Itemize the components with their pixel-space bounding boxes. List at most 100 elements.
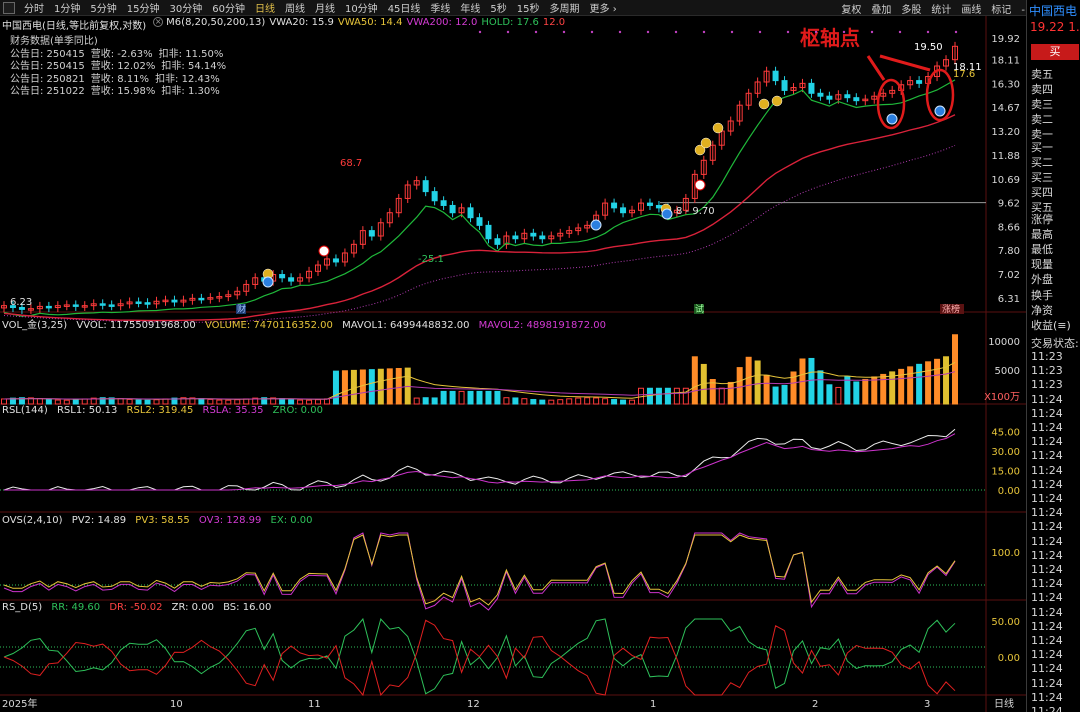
bid-level[interactable]: 买二	[1031, 154, 1053, 170]
quote-stat[interactable]: 涨停	[1031, 211, 1053, 227]
ovs-header: OVS(2,4,10) PV2: 14.89 PV3: 58.55 OV3: 1…	[2, 515, 319, 526]
vol-tick: 5000	[995, 366, 1020, 377]
tick-time[interactable]: 11:24	[1031, 393, 1063, 406]
bid-level[interactable]: 买一	[1031, 139, 1053, 155]
volume-bar	[835, 386, 842, 405]
price-tick: 16.30	[991, 79, 1020, 90]
tick-time[interactable]: 11:24	[1031, 464, 1063, 477]
zr-value: ZR: 0.00	[171, 602, 214, 613]
tick-time[interactable]: 11:24	[1031, 606, 1063, 619]
candle-body	[512, 235, 519, 240]
volume-bar	[629, 399, 636, 405]
tick-time[interactable]: 11:24	[1031, 563, 1063, 576]
rsl-name[interactable]: RSL(144)	[2, 405, 48, 416]
volume-bar	[341, 370, 348, 405]
blue-signal	[934, 105, 946, 117]
candles-group	[1, 41, 958, 314]
quote-stat[interactable]: 收益(≡)	[1031, 317, 1071, 333]
top-dot	[730, 30, 734, 34]
rsd-name[interactable]: RS_D(5)	[2, 602, 42, 613]
trade-status[interactable]: 交易状态: 2	[1031, 335, 1080, 351]
quote-stat[interactable]: 现量	[1031, 256, 1053, 272]
ask-level[interactable]: 卖五	[1031, 66, 1053, 82]
candle-body	[99, 303, 106, 306]
tick-time[interactable]: 11:23	[1031, 350, 1063, 363]
bid-level[interactable]: 买四	[1031, 184, 1053, 200]
rsl-tick: 30.00	[991, 447, 1020, 458]
volume-bar	[467, 390, 474, 405]
tick-time[interactable]: 11:24	[1031, 520, 1063, 533]
bid-level[interactable]: 买三	[1031, 169, 1053, 185]
volume-bar	[862, 378, 869, 405]
tick-time[interactable]: 11:24	[1031, 662, 1063, 675]
quote-stat[interactable]: 净资	[1031, 302, 1053, 318]
ma-green-line	[3, 79, 956, 317]
rr-value: RR: 49.60	[51, 602, 101, 613]
volume-value: VOLUME: 7470116352.00	[204, 320, 333, 331]
ask-level[interactable]: 卖四	[1031, 81, 1053, 97]
plus-signal	[694, 179, 706, 191]
quote-stat[interactable]: 外盘	[1031, 271, 1053, 287]
tick-time[interactable]: 11:24	[1031, 492, 1063, 505]
tick-time[interactable]: 11:24	[1031, 506, 1063, 519]
volume-bar	[871, 376, 878, 405]
vol-name[interactable]: VOL_金(3,25)	[2, 320, 67, 331]
volume-bar	[144, 399, 151, 405]
volume-bar	[557, 399, 564, 405]
tick-time[interactable]: 11:24	[1031, 591, 1063, 604]
quote-stock-name[interactable]: 中国西电	[1029, 2, 1077, 19]
tick-time[interactable]: 11:24	[1031, 421, 1063, 434]
candle-body	[171, 299, 178, 303]
volume-bar	[485, 390, 492, 405]
ovs-name[interactable]: OVS(2,4,10)	[2, 515, 63, 526]
tick-time[interactable]: 11:24	[1031, 620, 1063, 633]
candle-body	[144, 302, 151, 305]
tick-time[interactable]: 11:23	[1031, 364, 1063, 377]
volume-bar	[691, 356, 698, 405]
volume-bar	[503, 397, 510, 405]
volume-bar	[422, 397, 429, 405]
quote-stat[interactable]: 最高	[1031, 226, 1053, 242]
candle-body	[368, 230, 375, 237]
quote-stat[interactable]: 换手	[1031, 287, 1053, 303]
tick-time[interactable]: 11:24	[1031, 648, 1063, 661]
tick-time[interactable]: 11:24	[1031, 449, 1063, 462]
price-tick: 14.67	[991, 103, 1020, 114]
candle-body	[467, 207, 474, 219]
volume-bar	[907, 366, 914, 405]
rsl1-value: RSL1: 50.13	[56, 405, 118, 416]
tick-time[interactable]: 11:23	[1031, 378, 1063, 391]
tick-time[interactable]: 11:24	[1031, 478, 1063, 491]
volume-bar	[530, 399, 537, 405]
tick-time[interactable]: 11:24	[1031, 705, 1063, 712]
tick-time[interactable]: 11:24	[1031, 634, 1063, 647]
top-dot	[534, 30, 538, 34]
blue-signal	[661, 208, 673, 220]
top-dot	[478, 30, 482, 34]
volume-bar	[943, 356, 950, 405]
ask-level[interactable]: 卖二	[1031, 111, 1053, 127]
top-dot	[926, 30, 930, 34]
tick-time[interactable]: 11:24	[1031, 677, 1063, 690]
tick-time[interactable]: 11:24	[1031, 407, 1063, 420]
tick-time[interactable]: 11:24	[1031, 535, 1063, 548]
pivot-arrow	[879, 54, 931, 72]
top-dot	[506, 30, 510, 34]
tick-time[interactable]: 11:24	[1031, 435, 1063, 448]
tick-time[interactable]: 11:24	[1031, 549, 1063, 562]
ask-level[interactable]: 卖三	[1031, 96, 1053, 112]
volume-bar	[45, 398, 52, 405]
tick-time[interactable]: 11:24	[1031, 691, 1063, 704]
candle-body	[853, 97, 860, 102]
buy-button[interactable]: 买	[1031, 44, 1079, 60]
volume-bar	[279, 398, 286, 405]
volume-bar	[476, 390, 483, 405]
volume-bar	[620, 399, 627, 405]
volume-bar	[548, 399, 555, 405]
volume-bar	[198, 398, 205, 405]
volume-bar	[126, 398, 133, 405]
signal-dot	[712, 122, 724, 134]
tick-time[interactable]: 11:24	[1031, 577, 1063, 590]
volume-bar	[889, 371, 896, 405]
quote-stat[interactable]: 最低	[1031, 241, 1053, 257]
